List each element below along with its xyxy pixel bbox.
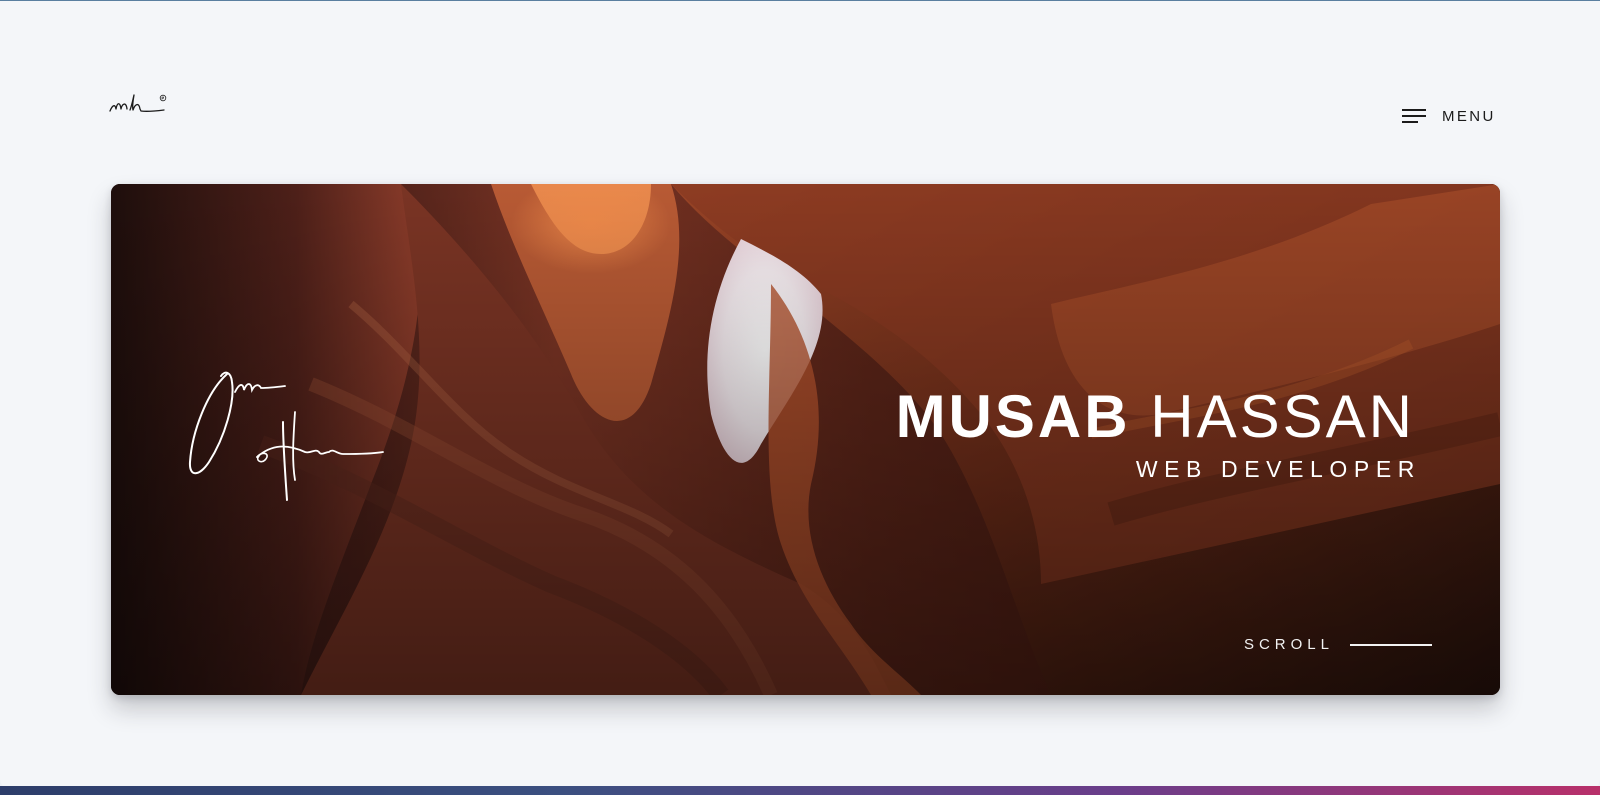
menu-button[interactable]: MENU [1402,105,1496,127]
hero-banner: MUSAB HASSAN WEB DEVELOPER SCROLL [111,184,1500,695]
scroll-line-icon [1350,643,1432,646]
name-block: MUSAB HASSAN WEB DEVELOPER [896,384,1415,483]
hamburger-menu-icon [1402,109,1426,123]
page: MENU MUSAB HASSAN WEB DEVELOPER SCROLL [0,0,1600,789]
bottom-edge [0,786,1600,795]
last-name: HASSAN [1150,383,1415,450]
signature-icon [188,371,384,501]
logo-icon[interactable] [108,89,168,121]
menu-label: MENU [1442,107,1496,125]
scroll-label: SCROLL [1243,636,1334,653]
first-name: MUSAB [895,383,1131,450]
hero-name: MUSAB HASSAN [896,384,1415,450]
scroll-indicator[interactable]: SCROLL [1244,636,1432,653]
role-title: WEB DEVELOPER [1135,456,1421,482]
